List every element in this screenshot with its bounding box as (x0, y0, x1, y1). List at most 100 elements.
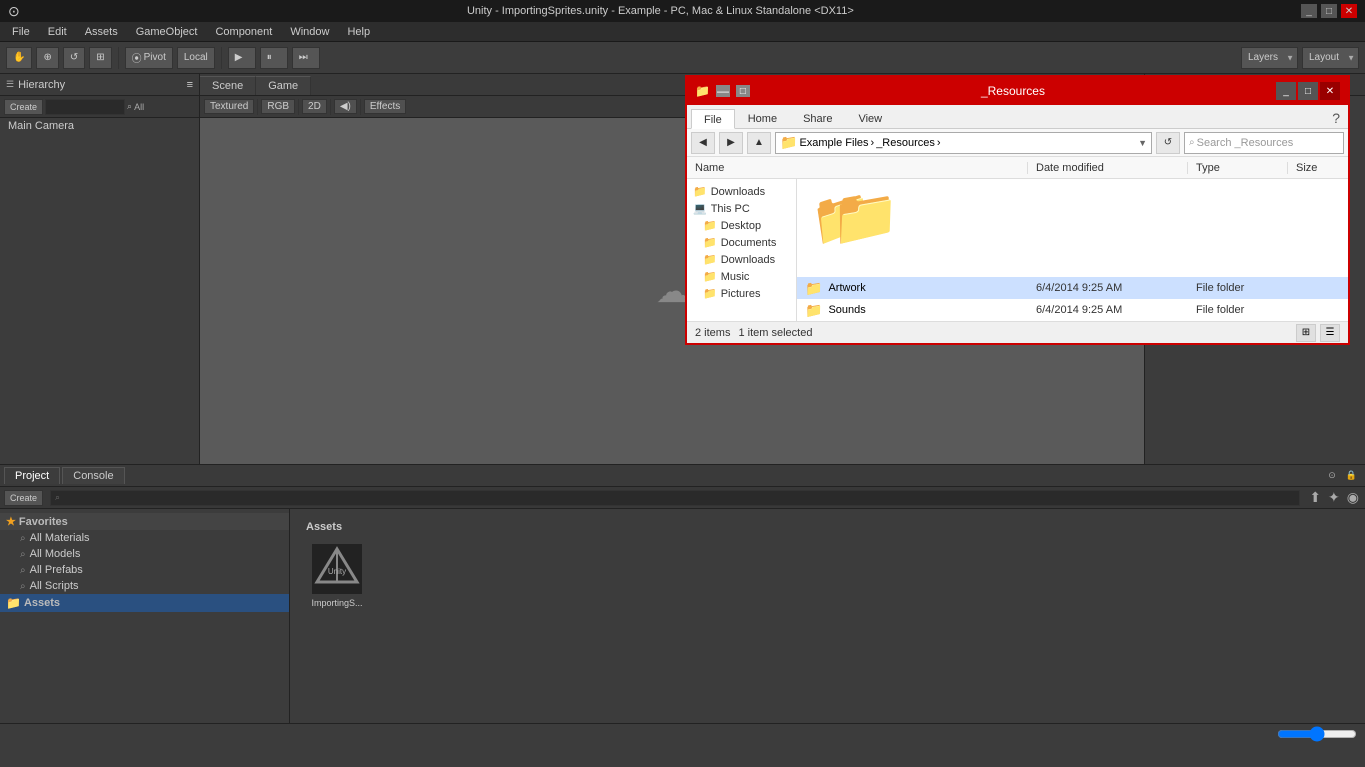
project-folder-icon[interactable]: ⬆ (1307, 489, 1323, 506)
favorites-header[interactable]: ★ Favorites (0, 513, 289, 530)
move-tool-button[interactable]: ⊕ (36, 47, 58, 69)
maximize-button[interactable]: □ (1321, 4, 1337, 18)
fe-view-large-icon[interactable]: ⊞ (1296, 324, 1316, 342)
fe-tree-documents[interactable]: 📁 Documents (687, 234, 796, 251)
effects-dropdown[interactable]: Effects (364, 99, 406, 114)
fe-tree-music[interactable]: 📁 Music (687, 268, 796, 285)
fe-col-date[interactable]: Date modified (1028, 162, 1188, 174)
fe-col-name[interactable]: Name (687, 162, 1028, 174)
fe-tree-music-icon: 📁 (703, 270, 717, 283)
fe-address-path[interactable]: 📁 Example Files › _Resources › ▼ (775, 132, 1152, 154)
rect-tool-button[interactable]: ⊞ (89, 47, 111, 69)
fe-refresh-button[interactable]: ↺ (1156, 132, 1180, 154)
panel-lock-icon[interactable]: 🔒 (1342, 470, 1361, 481)
twod-button[interactable]: 2D (302, 99, 327, 114)
hierarchy-search-input[interactable] (45, 99, 125, 115)
title-bar-title: Unity - ImportingSprites.unity - Example… (20, 5, 1301, 17)
project-eye-icon[interactable]: ◉ (1345, 489, 1361, 506)
panel-settings-icon[interactable]: ⊙ (1324, 470, 1340, 481)
fe-tab-home[interactable]: Home (735, 108, 790, 128)
menu-edit[interactable]: Edit (40, 24, 75, 40)
local-button[interactable]: Local (177, 47, 215, 69)
menu-window[interactable]: Window (282, 24, 337, 40)
tree-all-scripts[interactable]: ⌕ All Scripts (0, 578, 289, 594)
close-button[interactable]: ✕ (1341, 4, 1357, 18)
asset-icon-importing: Unity (310, 541, 365, 596)
textured-dropdown[interactable]: Textured (204, 99, 254, 114)
fe-up-button[interactable]: ▲ (747, 132, 771, 154)
menu-gameobject[interactable]: GameObject (128, 24, 206, 40)
project-search-box[interactable]: ⌕ (50, 490, 1300, 506)
tab-project[interactable]: Project (4, 467, 60, 484)
pivot-button[interactable]: ⦿ Pivot (125, 47, 173, 69)
fe-view-details-icon[interactable]: ☰ (1320, 324, 1340, 342)
layout-dropdown[interactable]: Layout (1302, 47, 1359, 69)
fe-tree-panel: 📁 Downloads 💻 This PC 📁 Desktop 📁 Docume… (687, 179, 797, 321)
minimize-button[interactable]: _ (1301, 4, 1317, 18)
step-button[interactable]: ⏭ (292, 47, 320, 69)
fe-file-sounds[interactable]: 📁 Sounds 6/4/2014 9:25 AM File folder (797, 299, 1348, 321)
fe-folder-icon-path: 📁 (780, 134, 797, 151)
hierarchy-create-button[interactable]: Create (4, 99, 43, 115)
fe-tree-downloads2[interactable]: 📁 Downloads (687, 251, 796, 268)
refresh-button[interactable]: ↺ (63, 47, 85, 69)
fe-minimize-button[interactable]: _ (1276, 82, 1296, 100)
hierarchy-icon: ☰ (6, 79, 14, 90)
toolbar-separator-2 (221, 47, 222, 69)
fe-search-box[interactable]: ⌕ Search _Resources (1184, 132, 1344, 154)
tab-scene[interactable]: Scene (200, 76, 256, 95)
fe-tree-downloads[interactable]: 📁 Downloads (687, 183, 796, 200)
search-icon-models: ⌕ (20, 549, 26, 560)
audio-button[interactable]: ◀) (334, 99, 357, 114)
fe-path-part1: Example Files (799, 137, 868, 149)
assets-label: Assets (24, 597, 60, 609)
rgb-dropdown[interactable]: RGB (261, 99, 295, 114)
tree-all-materials[interactable]: ⌕ All Materials (0, 530, 289, 546)
fe-back-button[interactable]: ◀ (691, 132, 715, 154)
asset-item-importing[interactable]: Unity ImportingS... (302, 541, 372, 608)
fe-close-button[interactable]: ✕ (1320, 82, 1340, 100)
layers-dropdown[interactable]: Layers (1241, 47, 1298, 69)
hierarchy-header: ☰ Hierarchy ≡ (0, 74, 199, 96)
fe-restore-button[interactable]: □ (1298, 82, 1318, 100)
fe-tree-desktop-icon: 📁 (703, 219, 717, 232)
hierarchy-menu-icon[interactable]: ≡ (187, 79, 193, 91)
menu-file[interactable]: File (4, 24, 38, 40)
project-search-icon: ⌕ (55, 492, 60, 503)
fe-tree-desktop[interactable]: 📁 Desktop (687, 217, 796, 234)
tab-console[interactable]: Console (62, 467, 124, 484)
layout-dropdown-wrap: Layout (1302, 47, 1359, 69)
fe-col-type[interactable]: Type (1188, 162, 1288, 174)
menu-help[interactable]: Help (339, 24, 378, 40)
hand-tool-button[interactable]: ✋ (6, 47, 32, 69)
fe-tab-file[interactable]: File (691, 109, 735, 129)
fe-folder-thumb-2: 📁 (831, 185, 899, 250)
pause-button[interactable]: ⏸ (260, 47, 288, 69)
fe-help-icon[interactable]: ? (1328, 108, 1344, 128)
search-icon-scripts: ⌕ (20, 581, 26, 592)
assets-tree-header[interactable]: 📁 Assets (0, 594, 289, 612)
project-star-icon[interactable]: ✦ (1326, 489, 1342, 506)
fe-tree-thispc[interactable]: 💻 This PC (687, 200, 796, 217)
fe-forward-button[interactable]: ▶ (719, 132, 743, 154)
play-button[interactable]: ▶ (228, 47, 256, 69)
menu-assets[interactable]: Assets (77, 24, 126, 40)
fe-file-artwork-type: File folder (1188, 282, 1288, 294)
tree-all-models[interactable]: ⌕ All Models (0, 546, 289, 562)
fe-file-artwork[interactable]: 📁 Artwork 6/4/2014 9:25 AM File folder (797, 277, 1348, 299)
tab-game[interactable]: Game (256, 76, 311, 95)
tree-all-prefabs[interactable]: ⌕ All Prefabs (0, 562, 289, 578)
fe-tree-downloads-icon: 📁 (693, 185, 707, 198)
zoom-slider[interactable] (1277, 730, 1357, 738)
fe-tree-pictures-icon: 📁 (703, 287, 717, 300)
project-create-button[interactable]: Create (4, 490, 43, 506)
hierarchy-all-label: All (134, 102, 144, 112)
fe-tab-view[interactable]: View (845, 108, 895, 128)
fe-tree-pictures[interactable]: 📁 Pictures (687, 285, 796, 302)
fe-file-artwork-name: 📁 Artwork (797, 280, 1028, 297)
menu-component[interactable]: Component (207, 24, 280, 40)
fe-col-size[interactable]: Size (1288, 162, 1348, 174)
hierarchy-main-camera[interactable]: Main Camera (0, 118, 199, 134)
fe-files-list: 📁 Artwork 6/4/2014 9:25 AM File folder 📁… (797, 277, 1348, 321)
fe-tab-share[interactable]: Share (790, 108, 845, 128)
